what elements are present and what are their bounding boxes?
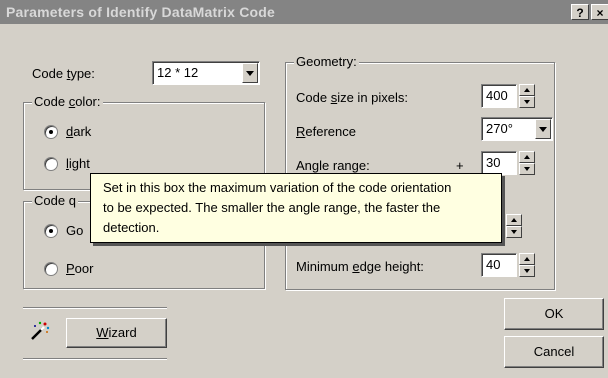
code-type-value: 12 * 12 — [157, 65, 199, 80]
code-quality-title: Code q — [32, 193, 78, 208]
color-dark-radio[interactable] — [44, 125, 58, 139]
hidden-spinner[interactable] — [506, 214, 522, 238]
spin-up-icon[interactable] — [519, 253, 535, 265]
spin-up-icon[interactable] — [506, 214, 522, 226]
reference-value: 270° — [486, 121, 513, 136]
cancel-button[interactable]: Cancel — [504, 336, 604, 368]
spin-down-icon[interactable] — [519, 163, 535, 175]
tooltip-line-2: to be expected. The smaller the angle ra… — [103, 200, 441, 215]
reference-select[interactable]: 270° — [481, 117, 553, 141]
spin-up-icon[interactable] — [519, 84, 535, 96]
quality-good-radio[interactable] — [44, 224, 58, 238]
wizard-button[interactable]: Wizard — [66, 318, 167, 348]
code-size-value: 400 — [486, 88, 508, 103]
spin-up-icon[interactable] — [519, 151, 535, 163]
magic-wand-icon — [28, 320, 50, 342]
angle-range-field[interactable]: 30 — [481, 151, 517, 175]
geometry-title: Geometry: — [294, 54, 359, 69]
angle-range-sign: + — [456, 158, 464, 173]
help-button[interactable]: ? — [571, 4, 589, 20]
color-light-label[interactable]: light — [66, 156, 90, 171]
close-button[interactable]: × — [591, 4, 608, 20]
min-edge-field[interactable]: 40 — [481, 253, 517, 277]
min-edge-spinner[interactable] — [519, 253, 535, 277]
wizard-separator-bottom — [23, 358, 167, 360]
reference-label: Reference — [296, 124, 356, 139]
spin-down-icon[interactable] — [506, 226, 522, 238]
spin-down-icon[interactable] — [519, 96, 535, 108]
chevron-down-icon[interactable] — [242, 63, 258, 83]
angle-range-label: Angle range: — [296, 158, 370, 173]
code-color-title: Code color: — [32, 94, 103, 109]
dialog-window: Parameters of Identify DataMatrix Code ?… — [0, 0, 608, 378]
title-bar[interactable]: Parameters of Identify DataMatrix Code ?… — [0, 0, 608, 24]
min-edge-label: Minimum edge height: — [296, 259, 424, 274]
quality-poor-radio[interactable] — [44, 262, 58, 276]
code-type-label: Code type: — [32, 66, 95, 81]
tooltip-line-1: Set in this box the maximum variation of… — [103, 180, 452, 195]
tooltip-line-3: detection. — [103, 220, 160, 235]
code-size-spinner[interactable] — [519, 84, 535, 108]
code-type-select[interactable]: 12 * 12 — [152, 61, 260, 85]
code-size-field[interactable]: 400 — [481, 84, 517, 108]
quality-poor-label[interactable]: Poor — [66, 261, 93, 276]
spin-down-icon[interactable] — [519, 265, 535, 277]
color-light-radio[interactable] — [44, 157, 58, 171]
window-title: Parameters of Identify DataMatrix Code — [6, 4, 276, 20]
chevron-down-icon[interactable] — [535, 119, 551, 139]
angle-range-value: 30 — [486, 155, 501, 170]
angle-range-spinner[interactable] — [519, 151, 535, 175]
code-size-label: Code size in pixels: — [296, 90, 409, 105]
ok-button[interactable]: OK — [504, 298, 604, 330]
min-edge-value: 40 — [486, 257, 501, 272]
quality-good-label[interactable]: Go — [66, 223, 83, 238]
angle-range-tooltip: Set in this box the maximum variation of… — [90, 173, 502, 243]
wizard-separator-top — [23, 307, 167, 309]
color-dark-label[interactable]: dark — [66, 124, 91, 139]
